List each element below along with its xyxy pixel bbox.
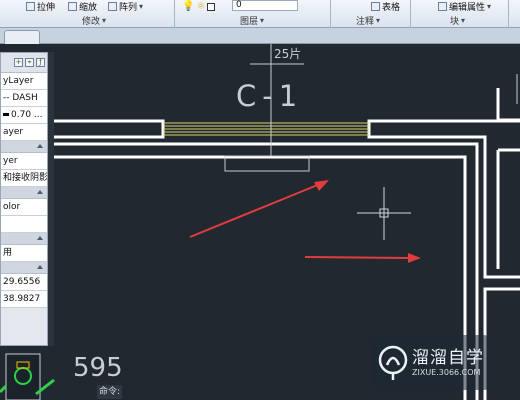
grid-label: C-1	[236, 79, 303, 113]
watermark: 溜溜自学 ZIXUE.3066.COM	[372, 335, 490, 390]
group-annotation-label: 注释	[356, 17, 375, 27]
group-modify[interactable]: 修改 ▾	[82, 14, 106, 27]
table-button[interactable]: 表格	[371, 0, 400, 13]
group-annotation[interactable]: 注释 ▾	[356, 14, 380, 27]
scale-button[interactable]: 缩放	[68, 0, 97, 13]
palette-row[interactable]: yLayer	[1, 73, 47, 90]
palette-row[interactable]	[1, 216, 47, 233]
chevron-down-icon: ▾	[102, 16, 107, 25]
ribbon-separator	[330, 0, 331, 28]
crosshair-cursor	[357, 187, 411, 240]
scale-label: 缩放	[79, 3, 98, 13]
hatch-lines	[163, 122, 369, 136]
palette-row[interactable]: 29.6556	[1, 274, 47, 291]
scale-icon	[68, 2, 77, 11]
watermark-logo-icon	[378, 345, 408, 380]
stretch-label: 拉伸	[37, 3, 56, 13]
ribbon-separator	[410, 0, 411, 28]
palette-section-header[interactable]	[1, 233, 47, 245]
group-layers-label: 图层	[240, 17, 259, 27]
array-label: 阵列	[119, 3, 138, 13]
stretch-icon	[26, 2, 35, 11]
layer-dropdown-value: 0	[236, 0, 242, 10]
array-icon	[108, 2, 117, 11]
group-layers[interactable]: 图层 ▾	[240, 14, 264, 27]
ribbon-separator	[508, 0, 509, 28]
select-objects-button[interactable]: ⌖	[25, 58, 34, 67]
document-tab-strip	[0, 28, 520, 44]
ribbon-tools-row: 拉伸 缩放 阵列 ▾ 💡 ☼ 0 表格 编辑属性 ▾	[0, 0, 520, 13]
lineweight-value: 0.70 ...	[11, 110, 43, 120]
stretch-button[interactable]: 拉伸	[26, 0, 55, 13]
quick-select-button[interactable]: ƒ	[36, 58, 45, 67]
edit-attributes-icon	[438, 2, 447, 11]
lineweight-swatch	[3, 113, 9, 116]
palette-row[interactable]: 用	[1, 245, 47, 262]
color-box-icon	[207, 2, 216, 11]
group-block[interactable]: 块 ▾	[450, 14, 465, 27]
chevron-down-icon: ▾	[487, 2, 492, 11]
palette-row[interactable]: yer	[1, 153, 47, 170]
table-label: 表格	[382, 3, 401, 13]
chevron-down-icon: ▾	[139, 2, 144, 11]
watermark-title: 溜溜自学	[412, 348, 484, 368]
palette-title-bar[interactable]	[48, 52, 54, 346]
palette-section-header[interactable]	[1, 141, 47, 153]
chevron-down-icon: ▾	[260, 16, 265, 25]
top-dimension-label: 25片	[274, 47, 301, 61]
palette-preview-graphic	[0, 353, 55, 400]
ribbon: 拉伸 缩放 阵列 ▾ 💡 ☼ 0 表格 编辑属性 ▾ 修改 ▾ 图层 ▾ 注释 …	[0, 0, 520, 28]
chevron-down-icon: ▾	[461, 16, 466, 25]
group-modify-label: 修改	[82, 17, 101, 27]
palette-section-header[interactable]	[1, 262, 47, 274]
palette-row[interactable]: 和接收阴影	[1, 170, 47, 187]
ribbon-group-labels: 修改 ▾ 图层 ▾ 注释 ▾ 块 ▾	[0, 14, 520, 27]
palette-row[interactable]: ayer	[1, 124, 47, 141]
chevron-down-icon: ▾	[376, 16, 381, 25]
properties-palette: + ⌖ ƒ yLayer -- DASH 0.70 ... ayer yer 和…	[0, 52, 48, 346]
layer-dropdown[interactable]: 0	[232, 0, 298, 11]
edit-attributes-label: 编辑属性	[449, 3, 486, 13]
red-arrow-upper	[189, 180, 329, 238]
palette-row[interactable]: 38.9827	[1, 291, 47, 308]
document-tab[interactable]	[4, 30, 40, 44]
red-arrow-lower	[304, 253, 421, 263]
array-button[interactable]: 阵列 ▾	[108, 0, 143, 13]
ribbon-separator	[174, 0, 175, 28]
table-icon	[371, 2, 380, 11]
layer-state-icons[interactable]: 💡 ☼	[182, 0, 216, 13]
lightbulb-icon: 💡	[182, 1, 195, 12]
group-block-label: 块	[450, 17, 460, 27]
palette-section-header[interactable]	[1, 187, 47, 199]
palette-row[interactable]: -- DASH	[1, 90, 47, 107]
watermark-url: ZIXUE.3066.COM	[412, 368, 481, 377]
edit-attributes-button[interactable]: 编辑属性 ▾	[438, 0, 491, 13]
palette-row[interactable]: olor	[1, 199, 47, 216]
sun-icon: ☼	[196, 1, 206, 12]
command-prompt[interactable]: 命令:	[97, 385, 123, 399]
bottom-left-label: 595	[73, 353, 123, 383]
toggle-pickadd-button[interactable]: +	[14, 58, 23, 67]
palette-toolbar: + ⌖ ƒ	[1, 53, 47, 73]
palette-row-lineweight[interactable]: 0.70 ...	[1, 107, 47, 124]
